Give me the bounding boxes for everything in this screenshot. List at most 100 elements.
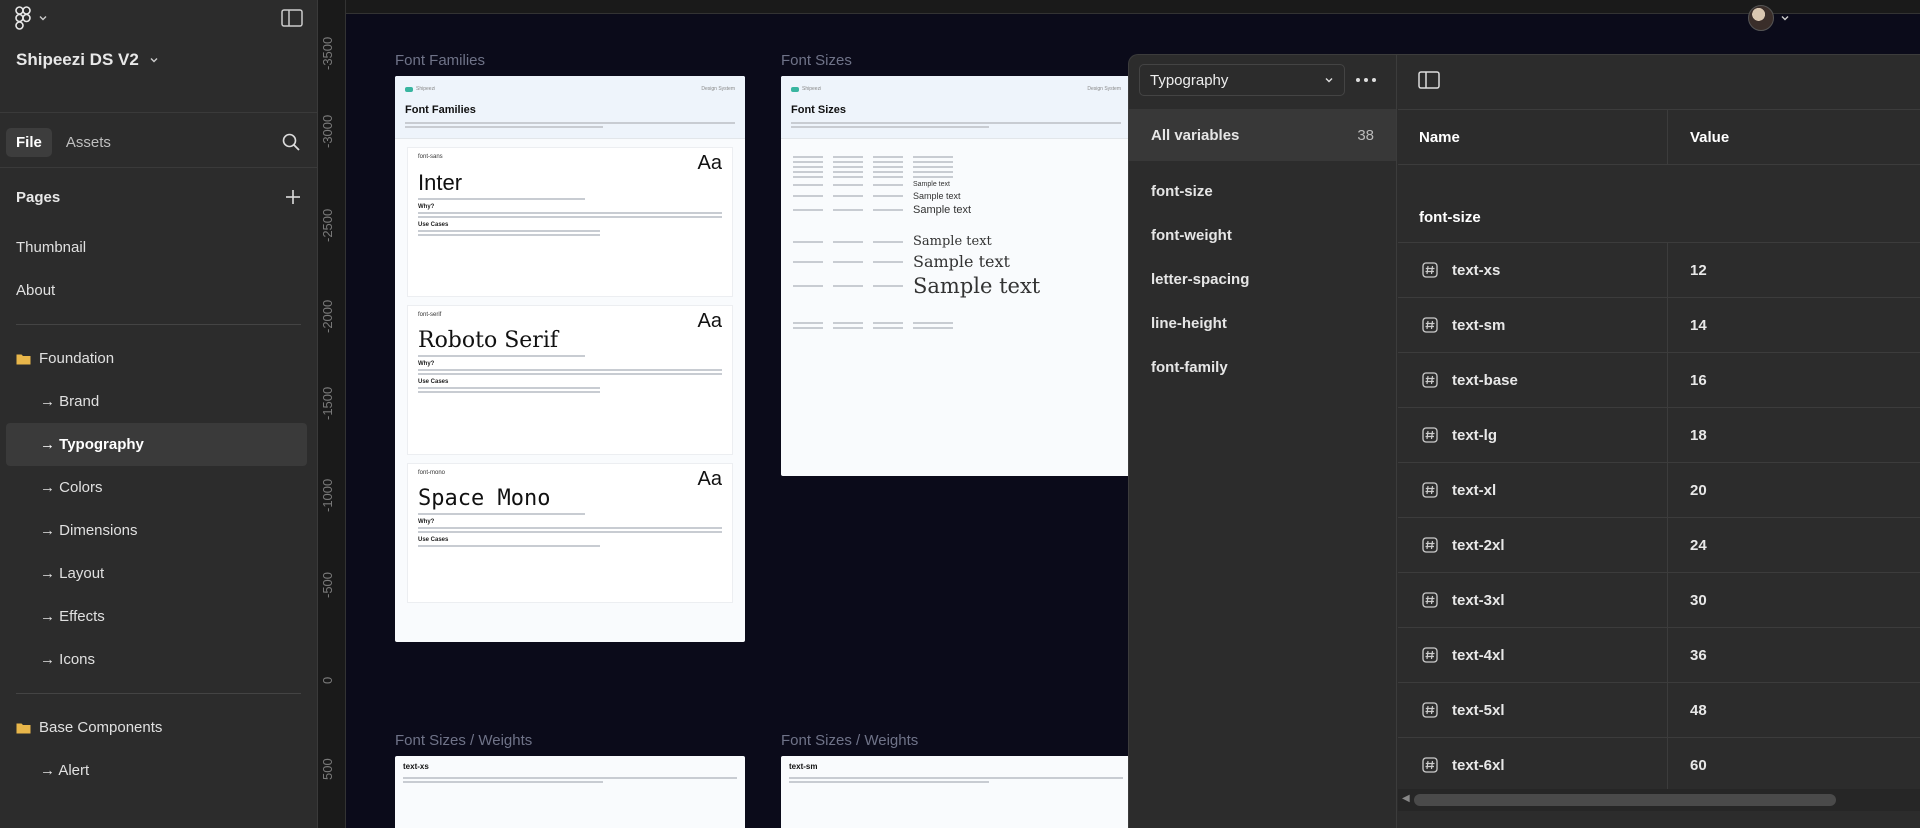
group-item-font-family[interactable]: font-family	[1129, 345, 1396, 389]
frame-topbar: Shipeezi Design System	[405, 86, 735, 92]
variable-row[interactable]: text-3xl 30	[1398, 573, 1920, 628]
page-item-about[interactable]: About	[0, 269, 317, 312]
number-variable-icon	[1422, 482, 1438, 498]
number-variable-icon	[1422, 592, 1438, 608]
variable-row[interactable]: text-lg 18	[1398, 408, 1920, 463]
group-item-line-height[interactable]: line-height	[1129, 301, 1396, 345]
sidebar-toggle-icon[interactable]	[1418, 71, 1440, 89]
group-item-font-size[interactable]: font-size	[1129, 169, 1396, 213]
font-use: Use Cases	[418, 379, 449, 385]
variable-value[interactable]: 14	[1668, 317, 1707, 334]
page-folder-foundation[interactable]: Foundation	[0, 337, 317, 380]
page-folder-base-components[interactable]: Base Components	[0, 706, 317, 749]
variable-value[interactable]: 16	[1668, 372, 1707, 389]
frame-label[interactable]: Font Sizes	[781, 52, 852, 69]
page-item-effects[interactable]: → Effects	[0, 595, 317, 638]
variable-row[interactable]: text-sm 14	[1398, 298, 1920, 353]
frame-font-sizes-weights[interactable]: text-sm	[781, 756, 1131, 828]
plus-icon[interactable]	[285, 189, 301, 205]
page-item-layout[interactable]: → Layout	[0, 552, 317, 595]
sidebar-toggle-icon[interactable]	[281, 9, 303, 27]
size-table: Sample text Sample text Sample text Samp…	[781, 139, 1131, 346]
collection-row: Typography	[1129, 55, 1396, 105]
avatar[interactable]	[1748, 5, 1774, 31]
variable-value[interactable]: 30	[1668, 592, 1707, 609]
group-item-letter-spacing[interactable]: letter-spacing	[1129, 257, 1396, 301]
variable-name-cell[interactable]: text-6xl	[1398, 738, 1668, 792]
group-item-font-weight[interactable]: font-weight	[1129, 213, 1396, 257]
number-variable-icon	[1422, 427, 1438, 443]
pages-header: Pages	[0, 174, 317, 220]
variable-value[interactable]: 12	[1668, 262, 1707, 279]
variable-name-cell[interactable]: text-sm	[1398, 298, 1668, 352]
variable-row[interactable]: text-4xl 36	[1398, 628, 1920, 683]
tab-assets[interactable]: Assets	[56, 128, 121, 157]
page-item-brand[interactable]: → Brand	[0, 380, 317, 423]
page-item-thumbnail[interactable]: Thumbnail	[0, 226, 317, 269]
variable-row[interactable]: text-2xl 24	[1398, 518, 1920, 573]
project-name[interactable]: Shipeezi DS V2	[0, 36, 317, 84]
variable-value[interactable]: 48	[1668, 702, 1707, 719]
column-header-value[interactable]: Value	[1668, 129, 1729, 146]
variable-row[interactable]: text-xs 12	[1398, 243, 1920, 298]
variable-name: text-2xl	[1452, 536, 1505, 554]
frame-label[interactable]: Font Sizes / Weights	[781, 732, 918, 749]
scrollbar-thumb[interactable]	[1414, 794, 1836, 806]
page-item-alert[interactable]: → Alert	[0, 749, 317, 792]
ruler-tick: 0	[320, 676, 335, 684]
main-menu-button[interactable]	[14, 6, 48, 30]
more-options-icon[interactable]	[1355, 77, 1377, 83]
frame-font-families[interactable]: Shipeezi Design System Font Families font…	[395, 76, 745, 642]
variable-name-cell[interactable]: text-lg	[1398, 408, 1668, 462]
variable-value[interactable]: 20	[1668, 482, 1707, 499]
sidebar-topbar	[0, 0, 317, 36]
variable-name-cell[interactable]: text-4xl	[1398, 628, 1668, 682]
variable-name: text-6xl	[1452, 756, 1505, 774]
variable-value[interactable]: 18	[1668, 427, 1707, 444]
variable-row[interactable]: text-base 16	[1398, 353, 1920, 408]
variable-name-cell[interactable]: text-2xl	[1398, 518, 1668, 572]
variable-name-cell[interactable]: text-3xl	[1398, 573, 1668, 627]
font-card: font-sans Aa Inter Why? Use Cases	[407, 147, 733, 297]
frame-font-sizes[interactable]: Shipeezi Design System Font Sizes Sample …	[781, 76, 1131, 476]
sidebar-tabs: File Assets	[0, 117, 317, 167]
page-item-colors[interactable]: → Colors	[0, 466, 317, 509]
frame-font-sizes-weights[interactable]: text-xs	[395, 756, 745, 828]
variables-groups-pane: Typography All variables 38 font-size fo…	[1129, 55, 1397, 828]
frame-title: text-sm	[789, 762, 818, 771]
search-icon[interactable]	[281, 132, 301, 152]
frame-header: Shipeezi Design System Font Families	[395, 76, 745, 139]
column-header-name[interactable]: Name	[1398, 110, 1668, 164]
variable-value[interactable]: 24	[1668, 537, 1707, 554]
horizontal-scrollbar[interactable]: ◀	[1398, 789, 1920, 811]
chevron-down-icon	[1781, 16, 1789, 21]
variable-name-cell[interactable]: text-xl	[1398, 463, 1668, 517]
page-item-dimensions[interactable]: → Dimensions	[0, 509, 317, 552]
frame-label[interactable]: Font Families	[395, 52, 485, 69]
folder-label: Foundation	[39, 350, 115, 367]
font-card: font-mono Aa Space Mono Why? Use Cases	[407, 463, 733, 603]
page-item-typography[interactable]: → Typography	[6, 423, 307, 466]
variable-row[interactable]: text-6xl 60	[1398, 738, 1920, 793]
ruler-tick: 500	[320, 758, 335, 780]
ruler-tick: -1500	[320, 386, 335, 420]
variable-row[interactable]: text-xl 20	[1398, 463, 1920, 518]
variable-name-cell[interactable]: text-base	[1398, 353, 1668, 407]
user-menu[interactable]	[1748, 0, 1920, 36]
font-why: Why?	[418, 361, 435, 367]
ruler-tick: -3000	[320, 114, 335, 148]
collection-select[interactable]: Typography	[1139, 64, 1345, 96]
variable-value[interactable]: 60	[1668, 757, 1707, 774]
variable-name-cell[interactable]: text-5xl	[1398, 683, 1668, 737]
frame-label[interactable]: Font Sizes / Weights	[395, 732, 532, 749]
variable-value[interactable]: 36	[1668, 647, 1707, 664]
ruler-tick: -500	[320, 571, 335, 598]
scroll-left-arrow[interactable]: ◀	[1402, 793, 1410, 804]
variable-row[interactable]: text-5xl 48	[1398, 683, 1920, 738]
variable-name-cell[interactable]: text-xs	[1398, 243, 1668, 297]
font-tag: font-serif	[418, 312, 442, 318]
page-item-icons[interactable]: → Icons	[0, 638, 317, 681]
all-variables-item[interactable]: All variables 38	[1129, 109, 1396, 161]
font-aa: Aa	[697, 152, 722, 174]
tab-file[interactable]: File	[6, 127, 52, 157]
